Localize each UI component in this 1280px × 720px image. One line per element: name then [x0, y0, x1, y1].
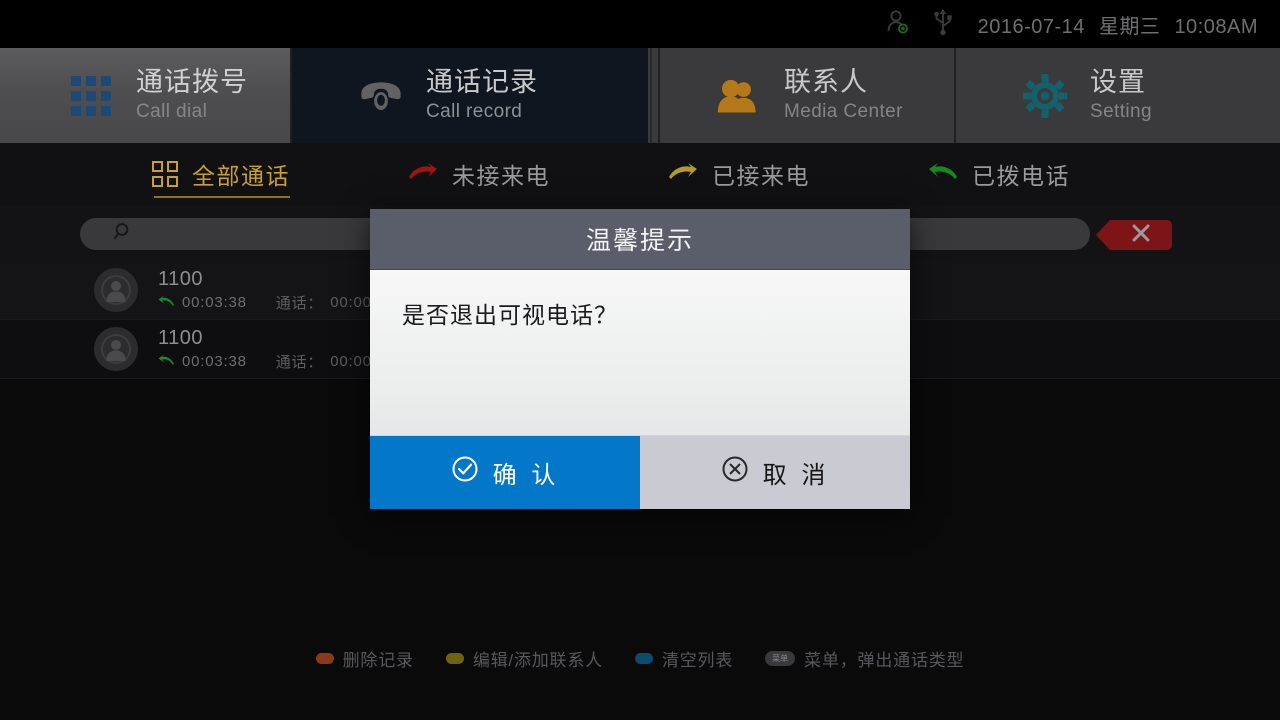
tab-contacts-labels: 联系人 Media Center	[784, 67, 903, 125]
confirm-button[interactable]: 确 认	[370, 436, 640, 509]
filter-all-calls[interactable]: 全部通话	[152, 143, 290, 205]
call-type-filter-bar: 全部通话 未接来电 已接来电 已拨电话	[0, 143, 1280, 205]
call-row-time: 00:03:38	[182, 352, 247, 370]
color-dot-blue-icon	[634, 652, 653, 664]
call-row-meta: 00:03:38 通话： 00:00	[158, 292, 372, 313]
confirm-button-label: 确 认	[492, 462, 560, 489]
page-title: 温馨提示	[585, 227, 694, 255]
tab-call-dial-en: Call dial	[136, 100, 208, 122]
color-dot-yellow-icon	[445, 652, 464, 664]
call-row-duration-label: 通话：	[275, 294, 324, 312]
tab-setting-cn: 设置	[1090, 66, 1146, 97]
cancel-button[interactable]: 取 消	[640, 436, 910, 509]
tab-call-record[interactable]: 通话记录 Call record	[290, 48, 648, 143]
filter-missed-calls[interactable]: 未接来电	[408, 143, 550, 205]
usb-icon	[930, 7, 956, 42]
tab-call-dial-labels: 通话拨号 Call dial	[136, 67, 248, 125]
status-date: 2016-07-14	[977, 15, 1085, 38]
clear-search-button[interactable]	[1096, 220, 1172, 250]
tab-setting-en: Setting	[1090, 100, 1152, 122]
hint-edit-contact[interactable]: 编辑/添加联系人	[445, 646, 603, 671]
hint-menu-call-type-label: 菜单，弹出通话类型	[804, 650, 965, 670]
hint-edit-contact-label: 编辑/添加联系人	[472, 650, 603, 670]
bottom-hint-bar: 删除记录 编辑/添加联系人 清空列表 菜单 菜单，弹出通话类型	[0, 644, 1280, 672]
search-icon	[112, 221, 134, 248]
avatar	[94, 327, 138, 371]
tab-call-record-en: Call record	[426, 100, 523, 122]
cancel-button-label: 取 消	[762, 462, 830, 489]
tab-contacts-cn: 联系人	[784, 66, 868, 97]
tab-call-dial[interactable]: 通话拨号 Call dial	[0, 48, 290, 143]
close-x-icon	[1130, 222, 1152, 249]
hint-menu-call-type[interactable]: 菜单 菜单，弹出通话类型	[765, 646, 964, 671]
tab-contacts[interactable]: 联系人 Media Center	[648, 48, 954, 143]
filter-dialed-calls-label: 已拨电话	[972, 163, 1070, 189]
tab-call-record-labels: 通话记录 Call record	[426, 67, 538, 125]
filter-all-calls-label: 全部通话	[192, 163, 290, 189]
cancel-circle-icon	[721, 455, 749, 490]
outgoing-call-icon	[158, 353, 175, 370]
call-row-duration: 00:00	[330, 352, 372, 370]
call-row-number: 1100	[158, 267, 204, 290]
hint-clear-list-label: 清空列表	[661, 650, 734, 670]
status-icons	[884, 7, 956, 42]
dialog-body: 是否退出可视电话？	[370, 270, 910, 435]
app-root: 2016-07-14 星期三 10:08AM 通话拨号 Call dial 通话…	[0, 0, 1280, 720]
gear-icon	[1022, 73, 1068, 118]
call-row-time: 00:03:38	[182, 293, 247, 311]
telephone-icon	[358, 78, 404, 114]
status-bar: 2016-07-14 星期三 10:08AM	[0, 0, 1280, 48]
menu-key-badge: 菜单	[765, 650, 796, 666]
call-row-duration-label: 通话：	[275, 353, 324, 371]
contacts-icon	[716, 76, 762, 116]
tab-call-dial-cn: 通话拨号	[136, 66, 248, 97]
filter-dialed-calls[interactable]: 已拨电话	[928, 143, 1070, 205]
keypad-grid-icon	[68, 75, 114, 116]
filter-active-underline	[154, 196, 290, 198]
dialog-title-bar: 温馨提示	[370, 209, 910, 270]
avatar	[94, 268, 138, 312]
dialog-actions: 确 认 取 消	[370, 435, 910, 509]
tab-setting-labels: 设置 Setting	[1090, 67, 1152, 125]
arrow-missed-icon	[408, 162, 438, 187]
call-row-duration: 00:00	[330, 293, 372, 311]
main-tab-bar: 通话拨号 Call dial 通话记录 Call record 联系人 Medi…	[0, 48, 1280, 143]
filter-missed-calls-label: 未接来电	[452, 163, 550, 189]
call-row-info: 1100 00:03:38 通话： 00:00	[158, 327, 372, 372]
filter-received-calls[interactable]: 已接来电	[668, 143, 810, 205]
call-row-meta: 00:03:38 通话： 00:00	[158, 351, 372, 372]
tab-setting[interactable]: 设置 Setting	[954, 48, 1280, 143]
hint-clear-list[interactable]: 清空列表	[634, 646, 734, 671]
arrow-received-icon	[668, 162, 698, 187]
status-time: 10:08AM	[1174, 15, 1258, 38]
tab-call-record-cn: 通话记录	[426, 66, 538, 97]
hint-delete-record[interactable]: 删除记录	[315, 646, 414, 671]
color-dot-red-icon	[315, 652, 334, 664]
call-row-info: 1100 00:03:38 通话： 00:00	[158, 268, 372, 313]
exit-confirm-dialog: 温馨提示 是否退出可视电话？ 确 认 取 消	[370, 209, 910, 509]
filter-received-calls-label: 已接来电	[712, 163, 810, 189]
tab-contacts-en: Media Center	[784, 100, 903, 122]
user-account-icon	[884, 8, 912, 41]
call-row-number: 1100	[158, 326, 204, 349]
status-datetime: 2016-07-14 星期三 10:08AM	[978, 10, 1258, 39]
outgoing-call-icon	[158, 294, 175, 311]
check-circle-icon	[451, 455, 479, 490]
four-squares-icon	[152, 161, 178, 187]
arrow-dialed-icon	[928, 162, 958, 187]
hint-delete-record-label: 删除记录	[342, 650, 414, 670]
dialog-message: 是否退出可视电话？	[402, 302, 618, 328]
status-weekday: 星期三	[1098, 15, 1161, 38]
